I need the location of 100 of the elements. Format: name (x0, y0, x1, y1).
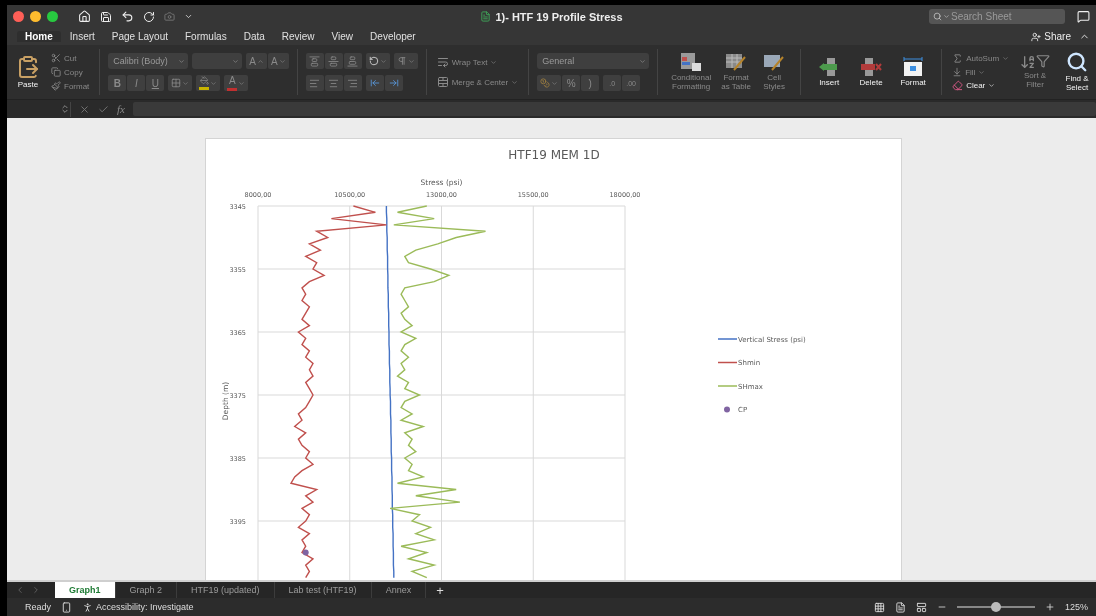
wrap-text-icon (436, 56, 449, 68)
zoom-button[interactable] (47, 11, 58, 22)
paste-button[interactable]: Paste (13, 54, 43, 90)
pilcrow-icon (396, 56, 407, 66)
paragraph-button[interactable] (393, 53, 418, 69)
rotate-icon (368, 56, 379, 66)
minimize-button[interactable] (30, 11, 41, 22)
undo-icon[interactable] (121, 10, 134, 23)
caret-icon (1002, 55, 1010, 62)
caret-icon (278, 57, 286, 65)
paintbrush-icon (51, 81, 61, 91)
insert-function-button[interactable]: fx (117, 103, 125, 115)
caret-icon (238, 79, 246, 87)
caret-icon (257, 57, 264, 65)
align-center-button[interactable] (324, 75, 343, 91)
ribbon-tab[interactable]: Review (273, 31, 323, 42)
close-button[interactable] (13, 11, 24, 22)
color-swatch (199, 87, 210, 90)
borders-button[interactable] (168, 75, 193, 91)
save-icon[interactable] (100, 10, 112, 23)
editing-button[interactable]: Find & Select (1059, 51, 1096, 93)
share-button[interactable]: Share (1027, 31, 1075, 42)
bottom-align-button[interactable] (343, 53, 362, 69)
align-right-button[interactable] (343, 75, 362, 91)
top-align-button[interactable] (305, 53, 324, 69)
caret-icon (551, 79, 559, 87)
cells-button[interactable]: Insert (809, 56, 850, 88)
sheet-tab[interactable]: Graph1 (55, 582, 116, 598)
middle-align-button[interactable] (324, 53, 343, 69)
font-style-button[interactable]: U (146, 75, 165, 91)
accessibility-status[interactable]: Accessibility: Investigate (96, 602, 194, 612)
ribbon-tab[interactable]: Developer (362, 31, 424, 42)
ribbon-tab[interactable]: Home (17, 31, 61, 42)
cells-button[interactable]: Delete (851, 56, 892, 88)
customize-caret-icon[interactable] (184, 12, 193, 21)
zoom-level: 125% (1064, 602, 1088, 612)
copy-icon (51, 67, 61, 77)
paint-bucket-icon (199, 76, 209, 85)
eraser-icon (952, 80, 964, 91)
search-icon (933, 12, 942, 21)
sigma-icon (952, 53, 964, 64)
comma-style-button[interactable]: ) (581, 75, 600, 91)
cells-button[interactable]: Format (893, 56, 934, 88)
caret-icon (511, 78, 519, 86)
decrease-indent-button[interactable] (365, 75, 384, 91)
font-name-dropdown[interactable]: Calibri (Body) (108, 53, 189, 69)
enter-icon[interactable] (98, 103, 109, 115)
cancel-icon[interactable] (79, 103, 90, 115)
top-align-icon (309, 55, 321, 67)
currency-button[interactable] (537, 75, 562, 91)
ribbon-tab[interactable]: Data (235, 31, 273, 42)
add-sheet-button[interactable]: + (426, 582, 454, 598)
next-sheet-icon[interactable] (31, 585, 41, 595)
font-color-letter: A (229, 75, 236, 86)
stepper-icon (60, 104, 70, 114)
zoom-in-icon[interactable] (1044, 602, 1055, 612)
clipboard-icon (16, 54, 40, 79)
search-icon (1066, 51, 1089, 74)
percent-button[interactable]: % (562, 75, 581, 91)
redo-icon[interactable] (143, 10, 155, 23)
fill-color-button[interactable] (196, 75, 221, 91)
window-title: 1)- HTF 19 Profile Stress (495, 10, 623, 23)
shrink-font-button[interactable]: A (268, 53, 289, 69)
increase-indent-icon (388, 78, 399, 88)
zoom-slider-thumb[interactable] (990, 602, 1001, 612)
align-left-icon (309, 77, 321, 89)
decrease-indent-icon (369, 78, 380, 88)
feedback-icon[interactable] (1077, 10, 1090, 23)
previous-sheet-icon[interactable] (15, 585, 25, 595)
fill-down-icon (952, 67, 963, 77)
caret-icon (210, 79, 218, 87)
grow-font-button[interactable]: A (246, 53, 267, 69)
delete-cells-icon (860, 56, 883, 77)
cell-styles-icon (763, 52, 786, 73)
wrap-text-button[interactable]: Wrap Text (434, 56, 521, 68)
ribbon-tab[interactable]: Formulas (177, 31, 235, 42)
sort-filter-icon (1020, 54, 1051, 71)
chart-title: HTF19 MEM 1D (508, 148, 600, 162)
font-color-button[interactable]: A (224, 75, 249, 91)
page-layout-view-icon[interactable] (894, 601, 906, 613)
align-left-button[interactable] (305, 75, 324, 91)
number-format-dropdown[interactable]: General (537, 53, 650, 69)
font-style-button[interactable]: I (127, 75, 146, 91)
orientation-button[interactable] (365, 53, 390, 69)
caret-icon (490, 58, 498, 66)
search-field[interactable]: Search Sheet (929, 9, 1065, 24)
ribbon-tab[interactable]: Page Layout (103, 31, 176, 42)
increase-indent-button[interactable] (384, 75, 403, 91)
status-text: Ready (25, 602, 51, 612)
editing-button[interactable]: Clear (950, 80, 1012, 91)
normal-view-icon[interactable] (873, 601, 885, 613)
home-icon[interactable] (78, 10, 91, 23)
ribbon-tab[interactable]: Insert (61, 31, 103, 42)
page-break-view-icon[interactable] (915, 601, 927, 613)
font-style-button[interactable]: B (108, 75, 127, 91)
camera-icon[interactable] (164, 11, 175, 22)
color-swatch (227, 87, 238, 91)
ribbon-tab[interactable]: View (323, 31, 362, 42)
merge-center-button[interactable]: Merge & Center (434, 76, 521, 88)
middle-align-icon (328, 55, 340, 67)
